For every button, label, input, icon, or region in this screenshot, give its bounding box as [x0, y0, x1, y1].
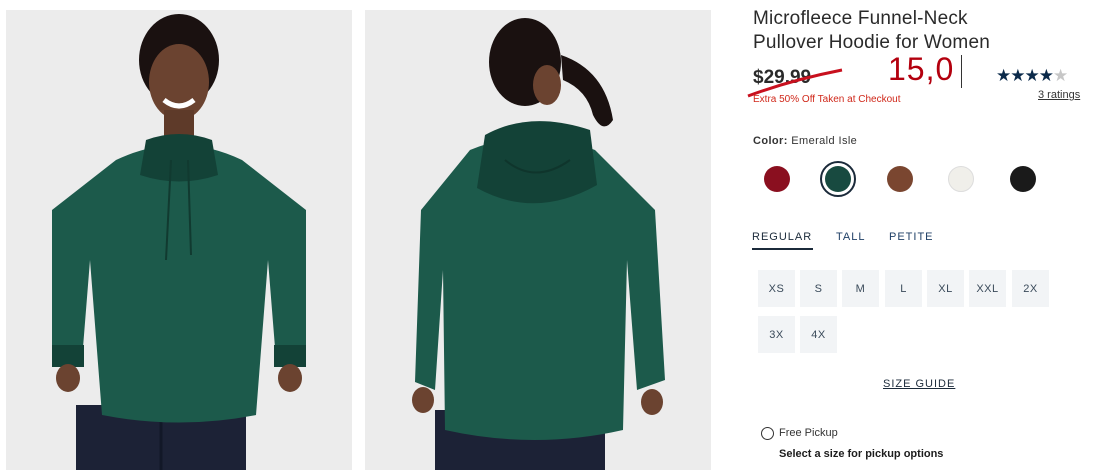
- star-icon: ★: [1024, 66, 1040, 85]
- size-button-2x[interactable]: 2X: [1012, 270, 1049, 307]
- product-page: Microfleece Funnel-Neck Pullover Hoodie …: [0, 0, 1106, 470]
- tab-petite[interactable]: PETITE: [889, 231, 934, 243]
- tab-regular[interactable]: REGULAR: [752, 231, 812, 243]
- size-button-xl[interactable]: XL: [927, 270, 964, 307]
- size-button-3x[interactable]: 3X: [758, 316, 795, 353]
- free-pickup-label[interactable]: Free Pickup: [779, 427, 838, 439]
- product-photo-front[interactable]: [6, 10, 352, 470]
- pickup-hint: Select a size for pickup options: [779, 448, 944, 460]
- star-icon: ★: [1010, 66, 1025, 85]
- tab-active-underline: [752, 248, 813, 250]
- product-photo-back[interactable]: [365, 10, 711, 470]
- color-swatch-black[interactable]: [1010, 166, 1036, 192]
- free-pickup-radio[interactable]: [761, 427, 774, 440]
- size-button-s[interactable]: S: [800, 270, 837, 307]
- model-back-illustration: [365, 10, 711, 470]
- ratings-link[interactable]: 3 ratings: [1038, 89, 1080, 101]
- color-swatch-red[interactable]: [764, 166, 790, 192]
- star-icon: ★: [996, 66, 1011, 85]
- size-button-4x[interactable]: 4X: [800, 316, 837, 353]
- size-guide-link[interactable]: SIZE GUIDE: [883, 378, 955, 390]
- text-cursor: [961, 55, 962, 88]
- size-button-xs[interactable]: XS: [758, 270, 795, 307]
- star-empty-icon: ★: [1053, 66, 1068, 85]
- edited-price-text[interactable]: 15,0: [888, 51, 954, 88]
- size-button-l[interactable]: L: [885, 270, 922, 307]
- size-button-m[interactable]: M: [842, 270, 879, 307]
- tab-tall[interactable]: TALL: [836, 231, 865, 243]
- star-half-icon: ★: [1038, 66, 1054, 85]
- color-label-prefix: Color:: [753, 135, 788, 147]
- color-swatch-white[interactable]: [948, 166, 974, 192]
- rating-stars[interactable]: ★★★★★: [996, 66, 1068, 86]
- color-swatch-emerald[interactable]: [825, 166, 851, 192]
- size-button-xxl[interactable]: XXL: [969, 270, 1006, 307]
- original-price: $29.99: [753, 67, 812, 88]
- color-swatch-brown[interactable]: [887, 166, 913, 192]
- selected-color-name: Emerald Isle: [791, 135, 858, 147]
- color-label: Color: Emerald Isle: [753, 135, 857, 147]
- model-front-illustration: [6, 10, 352, 470]
- product-title: Microfleece Funnel-Neck Pullover Hoodie …: [753, 7, 1093, 55]
- product-title-line-1: Microfleece Funnel-Neck: [753, 8, 968, 29]
- promo-text: Extra 50% Off Taken at Checkout: [753, 94, 901, 105]
